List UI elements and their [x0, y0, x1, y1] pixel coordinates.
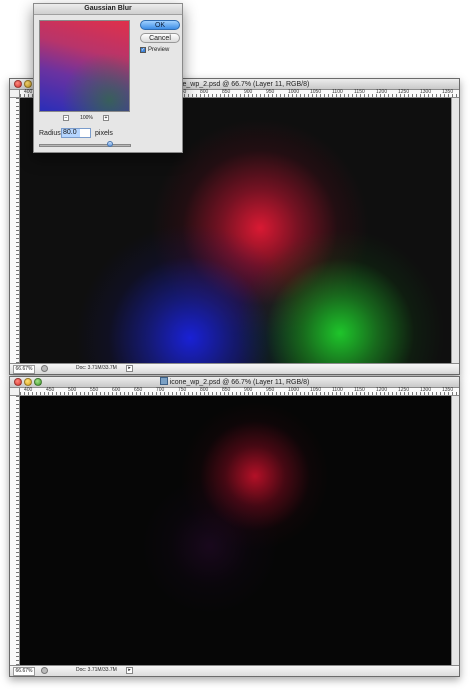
ruler-label: 650 [134, 387, 143, 393]
preview-zoom-out-button[interactable]: − [63, 115, 69, 121]
document-size: Doc: 3.71M/33.7M [76, 365, 117, 371]
ruler-label: 550 [90, 387, 99, 393]
ruler-label: 1350 [442, 89, 454, 95]
document-window-2: icone_wp_2.psd @ 66.7% (Layer 11, RGB/8)… [9, 376, 460, 677]
ok-button[interactable]: OK [140, 20, 180, 30]
preview-checkbox-label: Preview [148, 47, 170, 53]
cancel-button[interactable]: Cancel [140, 33, 180, 43]
preview-checkbox[interactable]: ✓ [140, 47, 146, 53]
ruler-label: 800 [200, 387, 209, 393]
psd-document-icon [159, 377, 168, 385]
status-menu-arrow-icon[interactable]: ▸ [126, 667, 133, 674]
radius-slider-track[interactable] [39, 144, 131, 147]
ruler-label: 1300 [420, 89, 432, 95]
ruler-label: 1200 [376, 387, 388, 393]
status-icon[interactable] [41, 365, 48, 372]
ruler-label: 950 [266, 387, 275, 393]
dialog-title[interactable]: Gaussian Blur [34, 4, 182, 15]
ruler-label: 500 [68, 387, 77, 393]
document-canvas[interactable] [20, 396, 459, 665]
ruler-label: 800 [200, 89, 209, 95]
ruler-origin[interactable] [10, 90, 20, 98]
window-title: icone_wp_2.psd @ 66.7% (Layer 11, RGB/8) [10, 377, 459, 387]
ruler-label: 1250 [398, 89, 410, 95]
ruler-label: 1150 [354, 89, 365, 95]
window-titlebar[interactable]: icone_wp_2.psd @ 66.7% (Layer 11, RGB/8) [10, 377, 459, 388]
ruler-label: 450 [46, 387, 55, 393]
status-menu-arrow-icon[interactable]: ▸ [126, 365, 133, 372]
ruler-label: 600 [112, 387, 121, 393]
ruler-label: 1000 [288, 89, 300, 95]
ruler-label: 1200 [376, 89, 388, 95]
gaussian-blur-dialog: Gaussian Blur − 100% + OK Cancel ✓ Previ… [33, 3, 183, 153]
horizontal-ruler[interactable]: 400 450 500 550 600 650 700 750 800 850 900 950 1000… [20, 388, 459, 396]
vertical-scrollbar[interactable] [451, 98, 459, 363]
ruler-label: 900 [244, 387, 253, 393]
ruler-label: 1000 [288, 387, 300, 393]
ruler-label: 850 [222, 89, 231, 95]
zoom-level-field[interactable]: 66.67% [13, 667, 35, 676]
ruler-origin[interactable] [10, 388, 20, 396]
document-size: Doc: 3.71M/33.7M [76, 667, 117, 673]
vertical-scrollbar[interactable] [451, 396, 459, 665]
radius-slider-thumb[interactable] [107, 141, 113, 147]
purple-blur-blob [140, 476, 280, 616]
ruler-label: 1250 [398, 387, 410, 393]
ruler-label: 1050 [310, 387, 322, 393]
ruler-label: 850 [222, 387, 231, 393]
ruler-label: 750 [178, 387, 187, 393]
status-bar: 66.67% Doc: 3.71M/33.7M ▸ [10, 363, 459, 374]
ruler-label: 400 [24, 89, 33, 95]
ruler-label: 1100 [332, 89, 343, 95]
preview-zoom-percent: 100% [80, 115, 93, 121]
status-icon[interactable] [41, 667, 48, 674]
blur-preview-thumbnail[interactable] [39, 20, 130, 112]
vertical-ruler[interactable] [10, 396, 20, 665]
ruler-label: 1050 [310, 89, 322, 95]
radius-value: 80.0 [63, 129, 77, 136]
status-bar: 66.67% Doc: 3.71M/33.7M ▸ [10, 665, 459, 676]
ruler-label: 1100 [332, 387, 343, 393]
ruler-label: 1300 [420, 387, 432, 393]
vertical-ruler[interactable] [10, 98, 20, 363]
radius-unit-label: pixels [95, 130, 113, 137]
ruler-label: 700 [156, 387, 165, 393]
ruler-label: 1350 [442, 387, 454, 393]
ruler-label: 950 [266, 89, 275, 95]
preview-zoom-in-button[interactable]: + [103, 115, 109, 121]
ruler-label: 1150 [354, 387, 365, 393]
ruler-label: 900 [244, 89, 253, 95]
ruler-label: 400 [24, 387, 33, 393]
zoom-level-field[interactable]: 66.67% [13, 365, 35, 374]
radius-label: Radius: [39, 130, 63, 137]
